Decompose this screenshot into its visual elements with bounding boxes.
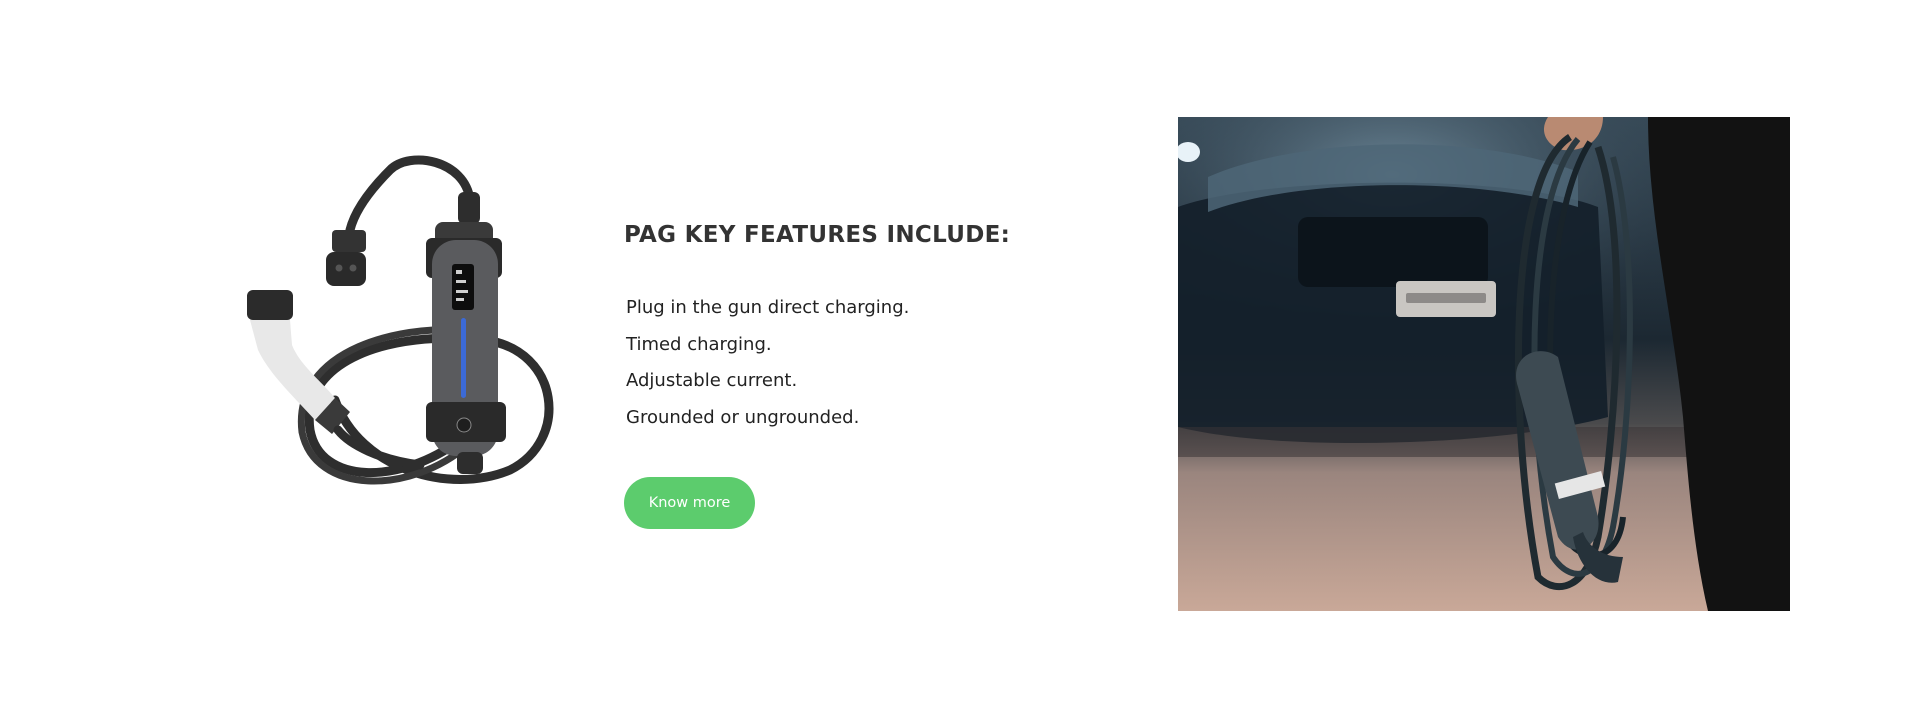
feature-item: Adjustable current. bbox=[626, 370, 798, 391]
ev-charger-product-image bbox=[247, 155, 554, 485]
feature-item: Timed charging. bbox=[626, 333, 772, 355]
charging-cable-photo bbox=[1178, 117, 1790, 611]
know-more-button[interactable]: Know more bbox=[624, 477, 755, 529]
feature-item: Plug in the gun direct charging. bbox=[626, 297, 910, 318]
features-heading: PAG KEY FEATURES INCLUDE: bbox=[624, 222, 1011, 248]
features-list: Plug in the gun direct charging. Timed c… bbox=[626, 290, 1144, 436]
key-features-section: PAG KEY FEATURES INCLUDE: Plug in the gu… bbox=[624, 222, 1144, 436]
feature-item: Grounded or ungrounded. bbox=[626, 406, 860, 428]
